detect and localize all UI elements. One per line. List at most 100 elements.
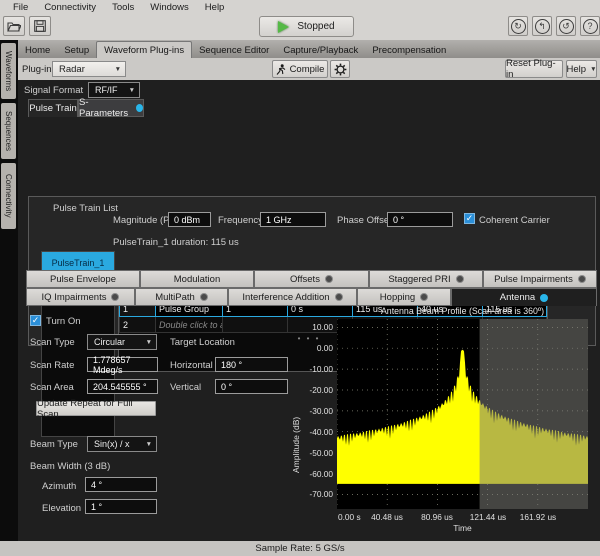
tab-modulation[interactable]: Modulation (140, 270, 254, 288)
update-repeat-button[interactable]: Update Repeat for Full Scan (36, 401, 156, 416)
tab-interference-addition[interactable]: Interference Addition (228, 288, 357, 306)
tab-label: Pulse Envelope (50, 274, 116, 285)
scan-area-input[interactable]: 204.545555 ° (87, 379, 158, 394)
scan-type-label: Scan Type (30, 337, 75, 348)
coherent-carrier-checkbox[interactable]: ✓ (464, 213, 475, 224)
cell-empty[interactable] (223, 317, 288, 333)
reset-layout-button[interactable]: ↺ (556, 16, 576, 36)
tab-precompensation[interactable]: Precompensation (365, 42, 453, 58)
horizontal-input[interactable]: 180 ° (215, 357, 288, 372)
signal-format-label: Signal Format (24, 85, 83, 96)
check-icon: ✓ (32, 316, 40, 325)
signal-format-select[interactable]: RF/IF ▼ (88, 82, 140, 98)
scan-rate-input[interactable]: 1.778657 Mdeg/s (87, 357, 158, 372)
scan-type-select[interactable]: Circular▼ (87, 334, 157, 350)
about-help-button[interactable]: ? (580, 16, 600, 36)
y-tick-label: -30.00 (297, 406, 333, 416)
compile-settings-button[interactable] (330, 60, 350, 78)
tab-pulse-envelope[interactable]: Pulse Envelope (26, 270, 140, 288)
menu-file[interactable]: File (6, 2, 35, 13)
status-dot-icon (136, 104, 143, 112)
vertical-input[interactable]: 0 ° (215, 379, 288, 394)
x-tick-label: 80.96 us (412, 512, 462, 522)
compile-label: Compile (290, 64, 325, 75)
table-splitter-handle[interactable]: • • • (279, 334, 339, 343)
cell-add-hint[interactable]: Double click to add (156, 317, 223, 333)
tab-label: Antenna (500, 292, 535, 303)
tab-sequence-editor[interactable]: Sequence Editor (192, 42, 276, 58)
tab-hopping[interactable]: Hopping (357, 288, 451, 306)
elevation-input[interactable]: 1 ° (85, 499, 157, 514)
tab-label: Hopping (380, 292, 415, 303)
menu-connectivity[interactable]: Connectivity (37, 2, 103, 13)
tab-setup[interactable]: Setup (57, 42, 96, 58)
menu-bar: File Connectivity Tools Windows Help (0, 0, 600, 14)
run-stop-button[interactable]: Stopped (259, 16, 354, 37)
tab-pulse-train[interactable]: Pulse Train (28, 99, 78, 117)
play-icon (278, 21, 289, 33)
y-tick-label: -10.00 (297, 364, 333, 374)
tab-pulse-impairments[interactable]: Pulse Impairments (483, 270, 597, 288)
plugin-select[interactable]: Radar▼ (52, 61, 126, 77)
status-dot-icon (456, 275, 464, 283)
scan-area-label: Scan Area (30, 382, 74, 393)
window-chrome: File Connectivity Tools Windows Help Sto… (0, 0, 600, 40)
tab-staggered-pri[interactable]: Staggered PRI (369, 270, 483, 288)
signal-format-value: RF/IF (95, 85, 118, 95)
duration-text: PulseTrain_1 duration: 115 us (113, 237, 239, 248)
frequency-input[interactable]: 1 GHz (260, 212, 326, 227)
x-tick-label: 161.92 us (513, 512, 563, 522)
chevron-down-icon: ▼ (129, 87, 135, 94)
sidebar-tab-sequences[interactable]: Sequences (1, 103, 16, 159)
plugin-help-button[interactable]: Help▼ (566, 60, 597, 78)
tab-label: MultiPath (155, 292, 195, 303)
vertical-label: Vertical (170, 382, 201, 393)
refresh-settings-button[interactable]: ↻ (508, 16, 528, 36)
menu-tools[interactable]: Tools (105, 2, 141, 13)
tab-antenna[interactable]: Antenna (451, 288, 597, 306)
save-button[interactable] (29, 16, 51, 36)
tab-iq-impairments[interactable]: IQ Impairments (26, 288, 135, 306)
refresh-icon: ↻ (511, 19, 526, 34)
y-tick-label: -60.00 (297, 469, 333, 479)
reset-plugin-button[interactable]: Reset Plug-in (505, 60, 563, 78)
turn-on-checkbox[interactable]: ✓ (30, 315, 41, 326)
application-window: File Connectivity Tools Windows Help Sto… (0, 0, 600, 556)
pulse-train-list-title: Pulse Train List (53, 203, 118, 214)
tab-waveform-plugins[interactable]: Waveform Plug-ins (96, 41, 192, 58)
menu-help[interactable]: Help (198, 2, 232, 13)
sidebar-tab-connectivity[interactable]: Connectivity (1, 163, 16, 229)
phase-offset-input[interactable]: 0 ° (387, 212, 453, 227)
save-icon (34, 20, 46, 32)
menu-windows[interactable]: Windows (143, 2, 196, 13)
compile-button[interactable]: Compile (272, 60, 328, 78)
open-file-button[interactable] (3, 16, 25, 36)
azimuth-input[interactable]: 4 ° (85, 477, 157, 492)
magnitude-input[interactable]: 0 dBm (168, 212, 211, 227)
sidebar-tab-waveforms[interactable]: Waveforms (1, 43, 16, 99)
status-dot-icon (540, 294, 548, 302)
reset-layout-icon: ↺ (559, 19, 574, 34)
plugin-select-value: Radar (59, 64, 85, 75)
tab-capture-playback[interactable]: Capture/Playback (276, 42, 365, 58)
restore-panel-button[interactable]: ↰ (532, 16, 552, 36)
plugin-toolbar: Plug-in: Radar▼ Compile Reset Plug-in He… (18, 58, 600, 80)
tab-label: Pulse Impairments (494, 274, 573, 285)
y-tick-label: -70.00 (297, 489, 333, 499)
tab-multipath[interactable]: MultiPath (135, 288, 228, 306)
run-state-label: Stopped (297, 21, 334, 32)
tab-home[interactable]: Home (18, 42, 57, 58)
beam-type-select[interactable]: Sin(x) / x▼ (87, 436, 157, 452)
tab-label: IQ Impairments (42, 292, 107, 303)
left-dock-sidebar: Waveforms Sequences Connectivity (0, 40, 18, 541)
chevron-down-icon: ▼ (590, 66, 596, 73)
check-icon: ✓ (466, 214, 474, 223)
chevron-down-icon: ▼ (146, 441, 152, 448)
beam-profile-plot (337, 319, 588, 509)
tab-offsets[interactable]: Offsets (254, 270, 369, 288)
azimuth-label: Azimuth (42, 481, 76, 492)
plugin-help-label: Help (567, 64, 587, 75)
tab-s-parameters[interactable]: S-Parameters (78, 99, 144, 117)
cell-index[interactable]: 2 (120, 317, 156, 333)
status-dot-icon (420, 293, 428, 301)
